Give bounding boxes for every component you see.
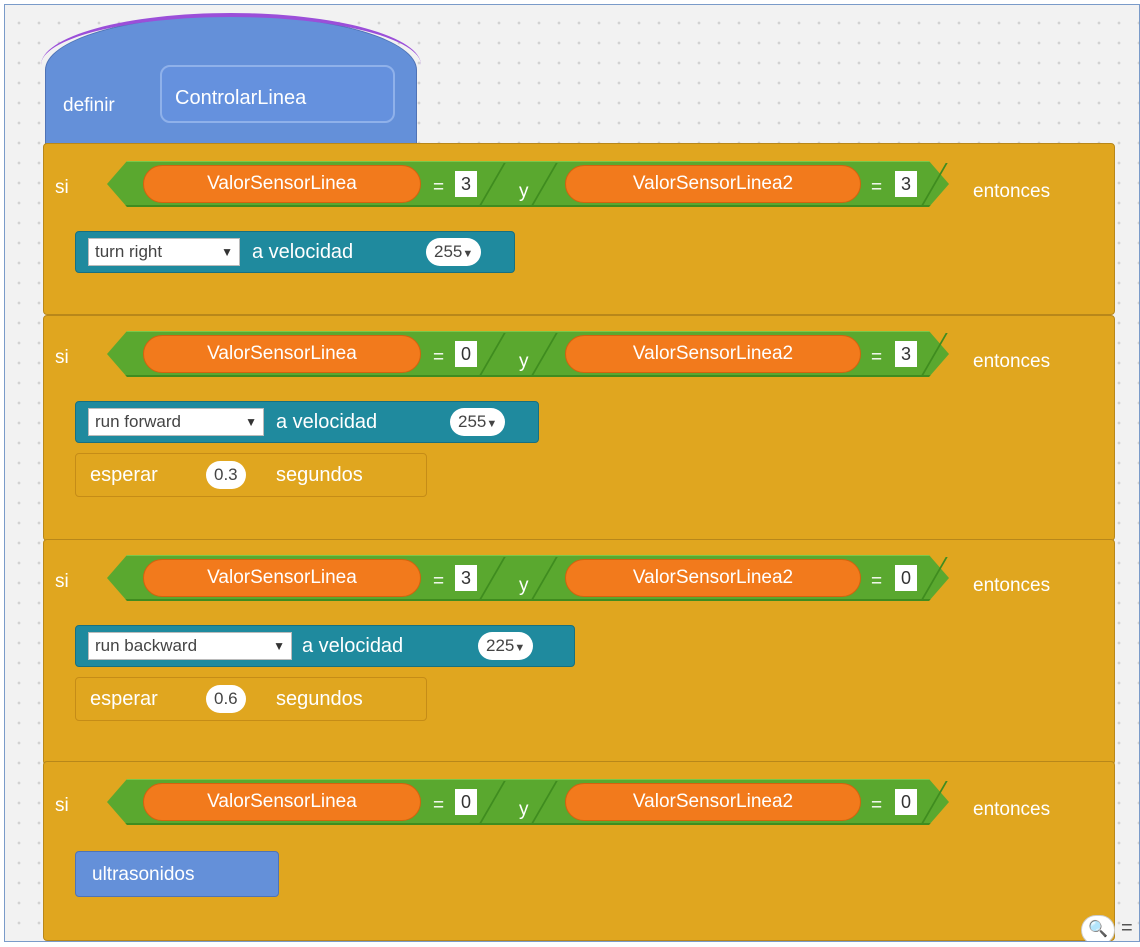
and-keyword: y <box>519 799 529 820</box>
value-input[interactable]: 0 <box>455 789 477 815</box>
value-input[interactable]: 3 <box>895 171 917 197</box>
dropdown-arrow-icon: ▼ <box>245 415 257 429</box>
equals-sign: = <box>871 795 883 816</box>
equals-sign: = <box>433 571 445 592</box>
speed-label: a velocidad <box>302 635 404 657</box>
equals-sign: = <box>871 177 883 198</box>
then-keyword: entonces <box>973 181 1051 202</box>
equals-sign: = <box>871 571 883 592</box>
motor-action-dropdown[interactable]: run backward ▼ <box>88 632 292 660</box>
speed-dropdown[interactable]: 255▼ <box>450 408 506 436</box>
motor-command[interactable]: run forward ▼ a velocidad 255▼ <box>75 401 539 443</box>
speed-value: 225 <box>486 636 515 655</box>
wait-unit: segundos <box>276 688 363 710</box>
dropdown-arrow-icon: ▼ <box>462 248 474 260</box>
motor-action: turn right <box>95 242 163 261</box>
then-keyword: entonces <box>973 351 1051 372</box>
variable-reporter[interactable]: ValorSensorLinea2 <box>565 165 861 203</box>
wait-seconds-input[interactable]: 0.6 <box>206 685 246 713</box>
value-input[interactable]: 0 <box>455 341 477 367</box>
procedure-call-label: ultrasonidos <box>92 864 195 885</box>
define-keyword: definir <box>63 95 115 116</box>
wait-block[interactable]: esperar 0.6 segundos <box>75 677 427 721</box>
if-keyword: si <box>55 795 69 816</box>
speed-value: 255 <box>458 412 487 431</box>
value-input[interactable]: 3 <box>455 171 477 197</box>
wait-label: esperar <box>90 688 158 710</box>
value-input[interactable]: 0 <box>895 789 917 815</box>
equals-sign: = <box>433 347 445 368</box>
value-input[interactable]: 3 <box>895 341 917 367</box>
if-keyword: si <box>55 571 69 592</box>
zoom-out-icon: 🔍 <box>1088 921 1108 938</box>
then-keyword: entonces <box>973 799 1051 820</box>
if-keyword: si <box>55 347 69 368</box>
dropdown-arrow-icon: ▼ <box>514 642 526 654</box>
then-keyword: entonces <box>973 575 1051 596</box>
wait-block[interactable]: esperar 0.3 segundos <box>75 453 427 497</box>
speed-dropdown[interactable]: 225▼ <box>478 632 534 660</box>
speed-label: a velocidad <box>252 241 354 263</box>
motor-command[interactable]: turn right ▼ a velocidad 255▼ <box>75 231 515 273</box>
motor-action-dropdown[interactable]: turn right ▼ <box>88 238 240 266</box>
and-keyword: y <box>519 181 529 202</box>
variable-reporter[interactable]: ValorSensorLinea <box>143 559 421 597</box>
dropdown-arrow-icon: ▼ <box>486 418 498 430</box>
wait-unit: segundos <box>276 464 363 486</box>
zoom-reset-button[interactable]: = <box>1121 917 1133 940</box>
dropdown-arrow-icon: ▼ <box>221 245 233 259</box>
equals-sign: = <box>433 177 445 198</box>
variable-reporter[interactable]: ValorSensorLinea <box>143 165 421 203</box>
speed-dropdown[interactable]: 255▼ <box>426 238 482 266</box>
dropdown-arrow-icon: ▼ <box>273 639 285 653</box>
value-input[interactable]: 0 <box>895 565 917 591</box>
variable-reporter[interactable]: ValorSensorLinea <box>143 783 421 821</box>
motor-action: run forward <box>95 412 181 431</box>
variable-reporter[interactable]: ValorSensorLinea2 <box>565 783 861 821</box>
variable-reporter[interactable]: ValorSensorLinea2 <box>565 559 861 597</box>
motor-action: run backward <box>95 636 198 655</box>
speed-label: a velocidad <box>276 411 378 433</box>
zoom-out-button[interactable]: 🔍 <box>1081 915 1115 941</box>
variable-reporter[interactable]: ValorSensorLinea <box>143 335 421 373</box>
procedure-name: ControlarLinea <box>175 87 307 109</box>
motor-action-dropdown[interactable]: run forward ▼ <box>88 408 264 436</box>
and-keyword: y <box>519 575 529 596</box>
script-canvas[interactable]: definir ControlarLinea si ValorSensorLin… <box>4 4 1140 942</box>
motor-command[interactable]: run backward ▼ a velocidad 225▼ <box>75 625 575 667</box>
and-keyword: y <box>519 351 529 372</box>
equals-sign: = <box>433 795 445 816</box>
equals-sign: = <box>871 347 883 368</box>
value-input[interactable]: 3 <box>455 565 477 591</box>
procedure-call-block[interactable]: ultrasonidos <box>75 851 279 897</box>
if-keyword: si <box>55 177 69 198</box>
wait-seconds-input[interactable]: 0.3 <box>206 461 246 489</box>
variable-reporter[interactable]: ValorSensorLinea2 <box>565 335 861 373</box>
wait-label: esperar <box>90 464 158 486</box>
speed-value: 255 <box>434 242 463 261</box>
